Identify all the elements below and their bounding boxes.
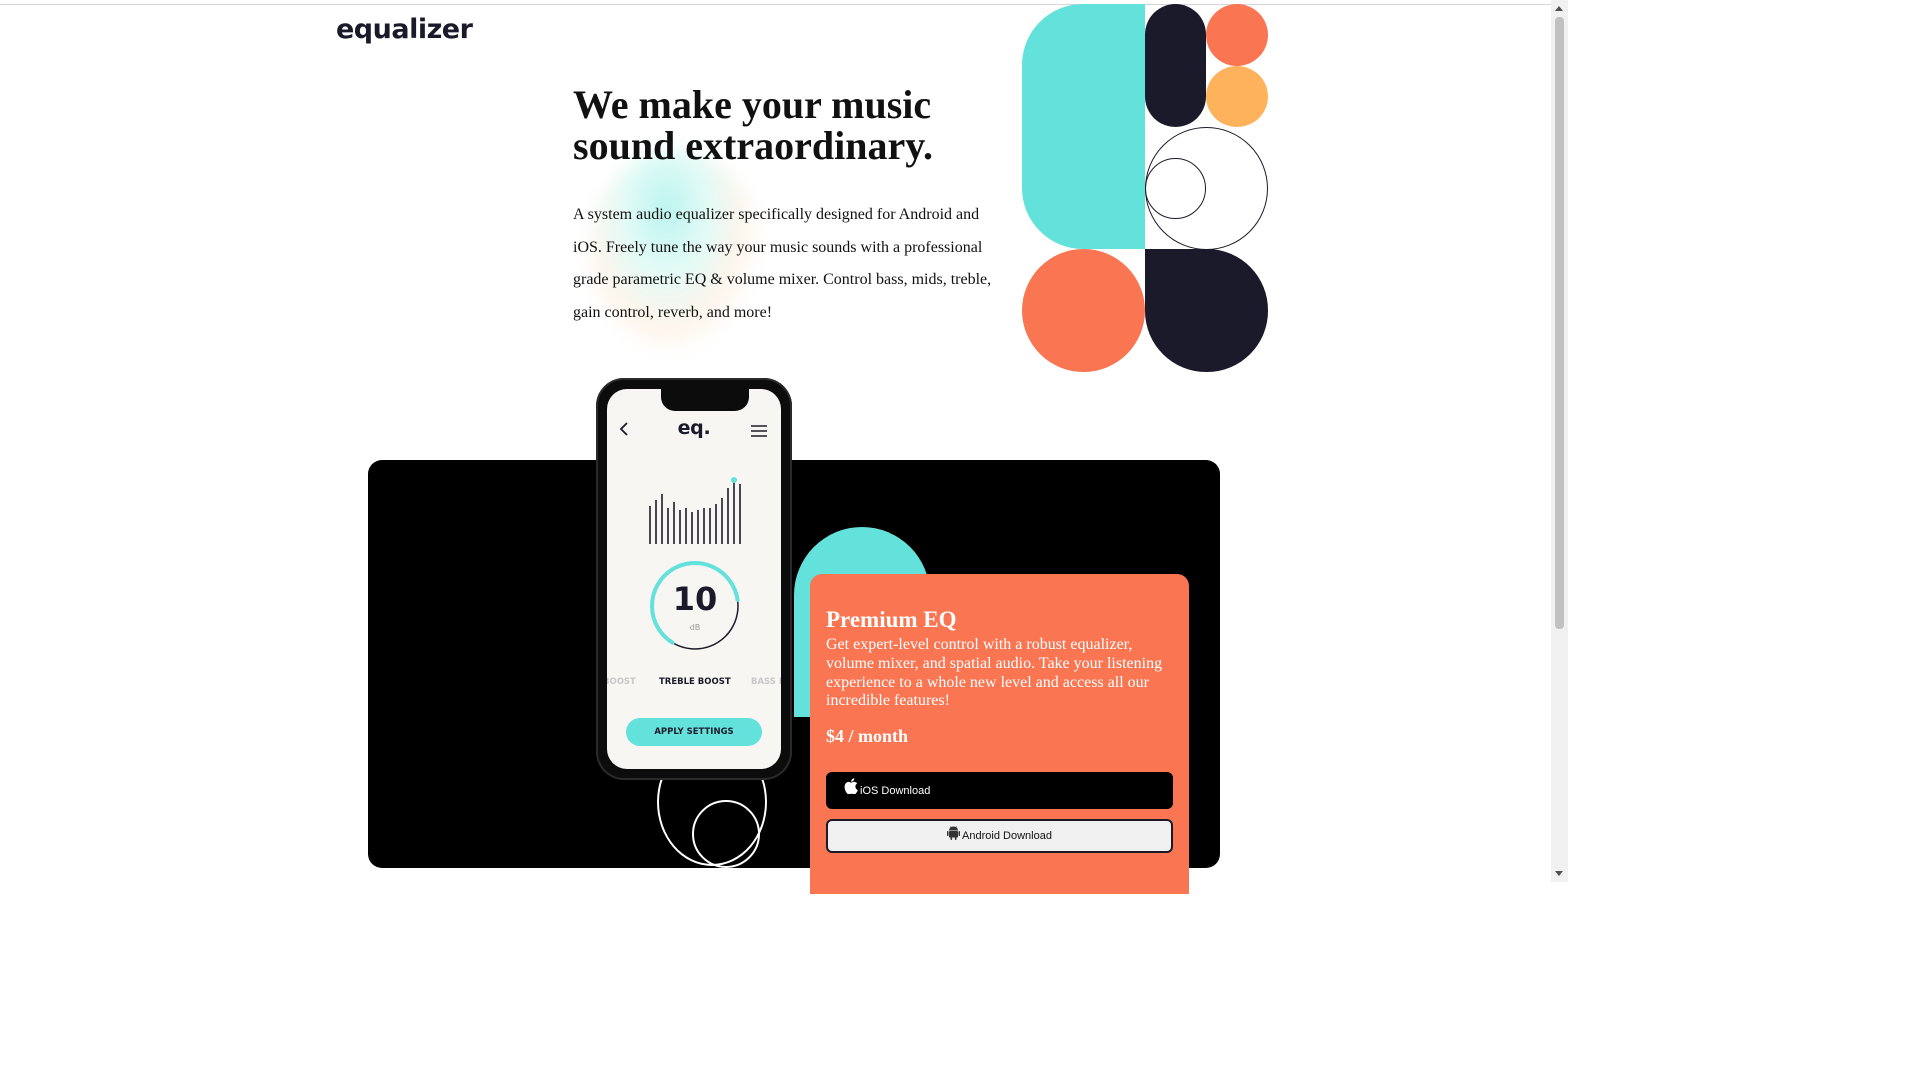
ios-download-label: iOS Download — [860, 784, 931, 797]
phone-notch — [661, 389, 749, 411]
eq-bars-graphic — [649, 477, 741, 544]
premium-price: $4 / month — [826, 726, 909, 746]
hamburger-menu-icon[interactable] — [751, 422, 767, 441]
android-download-label: Android Download — [962, 830, 1052, 842]
ios-download-content: iOS Download — [844, 773, 930, 808]
phone-mockup: eq. 10 dB OOST TREBLE BOOST BASS APPLY S… — [596, 378, 792, 780]
mode-selector[interactable]: BOOST TREBLE BOOST BASS B — [607, 677, 781, 691]
phone-app-header: eq. — [607, 417, 781, 441]
ios-download-button[interactable]: iOS Download — [826, 772, 1173, 809]
browser-top-border — [0, 0, 1568, 5]
outline-small-circle — [1145, 158, 1206, 219]
premium-title: Premium EQ — [826, 607, 957, 632]
scroll-thumb[interactable] — [1555, 17, 1564, 629]
apple-icon — [844, 778, 858, 797]
scroll-down-icon[interactable] — [1555, 871, 1563, 876]
decorative-pattern — [1022, 4, 1268, 372]
mode-item-bass-boost[interactable]: BASS B — [751, 677, 781, 687]
hero-intro: A system audio equalizer specifically de… — [573, 206, 992, 321]
mode-item-boost[interactable]: BOOST — [607, 677, 636, 687]
hero-headline: We make your music sound extraordinary. — [573, 82, 934, 168]
coral-large-circle — [1022, 249, 1145, 372]
scroll-up-icon[interactable] — [1555, 6, 1563, 11]
android-icon — [947, 825, 961, 843]
outline-ring-small — [692, 800, 760, 868]
coral-small-circle — [1206, 4, 1268, 66]
navy-pill-shape — [1145, 4, 1206, 127]
teal-pill-shape — [1022, 4, 1145, 249]
page-scrollbar[interactable] — [1551, 0, 1568, 882]
premium-description: Get expert-level control with a robust e… — [826, 636, 1163, 710]
navy-quarter-shape — [1145, 249, 1268, 372]
apply-settings-button[interactable]: APPLY SETTINGS — [626, 718, 762, 746]
dial-value: 10 — [672, 580, 718, 618]
mode-item-treble-boost[interactable]: TREBLE BOOST — [659, 677, 731, 687]
phone-screen: eq. 10 dB OOST TREBLE BOOST BASS APPLY S… — [607, 389, 781, 769]
eq-bar-handle[interactable] — [731, 477, 737, 483]
dial-unit: dB — [689, 623, 701, 632]
android-download-button[interactable]: Android Download — [826, 819, 1173, 853]
orange-small-circle — [1206, 66, 1268, 127]
site-logo[interactable]: equalizer — [336, 14, 473, 45]
premium-card: Premium EQ Get expert-level control with… — [810, 574, 1189, 894]
